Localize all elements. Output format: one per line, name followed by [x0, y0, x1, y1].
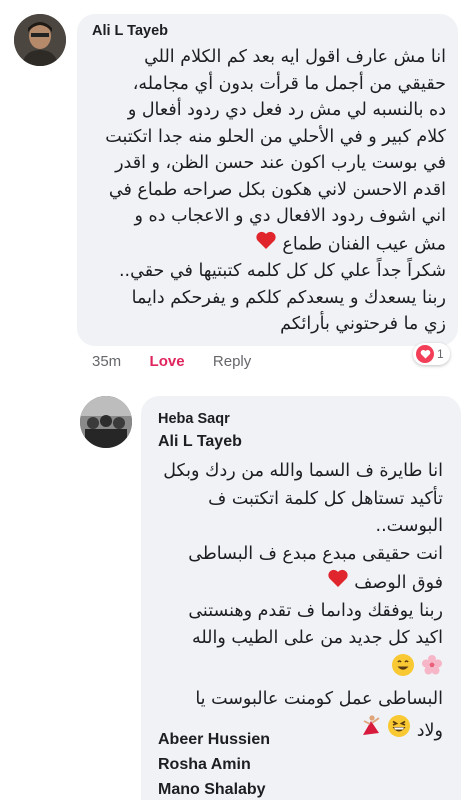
comment-line: حقيقي من أجمل ما قرأت بدون أي مجامله،: [132, 73, 446, 94]
comment-line: اكيد كل جديد من على الطيب والله: [191, 628, 443, 648]
comment-line: البساطى عمل كومنت عالبوست يا: [195, 689, 443, 709]
comment-text: انا مش عارف اقول ايه بعد كم الكلام اللي …: [105, 44, 446, 338]
comment-line-with-heart: مش عيب الفنان طماع: [105, 230, 446, 259]
comment-line: شكراً جداً علي كل كل كلمه كتبتيها في حقي…: [118, 261, 446, 281]
comment-author[interactable]: Ali L Tayeb: [92, 23, 168, 39]
reaction-count: 1: [437, 347, 444, 361]
comment-line: في بوست يارب اكون عند حسن الظن، و اقدر: [115, 153, 446, 173]
comment-line: انا مش عارف اقول ايه بعد كم الكلام اللي: [144, 47, 446, 67]
smiling-face-icon: [391, 653, 415, 687]
comment-line: فوق الوصف: [354, 572, 443, 593]
comment-line: زي ما فرحتوني بأرائكم: [280, 314, 446, 334]
comment-line: مش عيب الفنان طماع: [282, 233, 446, 254]
comment-line: ربنا يوفقك وداىما ف تقدم وهنستنى: [188, 600, 443, 621]
comment-line: تأكيد تستاهل كل كلمة اتكتبت ف: [208, 488, 443, 509]
reaction-count-badge[interactable]: 1: [413, 343, 450, 365]
mention-tag[interactable]: Abeer Hussien: [158, 731, 270, 749]
avatar-heba[interactable]: [80, 396, 132, 448]
person-photo-icon: [14, 14, 66, 66]
red-heart-icon: [255, 230, 277, 259]
comment-line: ده بالنسبه لي مش رد فعل دي ردود أفعال و: [127, 100, 446, 120]
comment-author[interactable]: Heba Saqr: [158, 411, 230, 427]
grinning-squinting-face-icon: [387, 714, 411, 748]
avatar-ali[interactable]: [14, 14, 66, 66]
mention-tag[interactable]: Ali L Tayeb: [158, 433, 242, 451]
comment-line: اقدم الاحسن لاني هكون بكل صراحه طماع في: [108, 179, 446, 200]
mention-tag[interactable]: Rosha Amin: [158, 756, 251, 774]
group-photo-icon: [80, 396, 132, 448]
comment-line: انا طايرة ف السما والله من ردك وبكل: [163, 461, 443, 481]
love-button[interactable]: Love: [150, 353, 185, 370]
comment-line: انت حقيقى مبدع مبدع ف البساطى: [188, 543, 443, 564]
comment-line: اني اشوف ردود الافعال دي و الاعجاب ده و: [134, 206, 446, 226]
comment-timestamp[interactable]: 35m: [92, 353, 121, 370]
mention-tag[interactable]: Mano Shalaby: [158, 781, 266, 799]
love-reaction-icon: [416, 345, 434, 363]
dancing-woman-icon: [358, 714, 382, 748]
cherry-blossom-icon: [421, 654, 443, 686]
red-heart-icon: [327, 568, 349, 598]
emoji-line: [163, 653, 443, 687]
comment-actions: 35m Love Reply: [92, 353, 251, 370]
comment-line: ربنا يسعدك و يسعدكم كلكم و يفرحكم دايما: [131, 287, 446, 308]
comment-line: كلام كبير و في الأحلي من الحلو منه جدا ا…: [105, 126, 446, 147]
comment-line-with-heart: فوق الوصف: [163, 568, 443, 598]
comment-line: البوست..: [375, 516, 444, 536]
comment-line: ولاد: [416, 720, 443, 741]
comment-text: انا طايرة ف السما والله من ردك وبكل تأكي…: [163, 458, 443, 747]
reply-button[interactable]: Reply: [213, 353, 251, 370]
